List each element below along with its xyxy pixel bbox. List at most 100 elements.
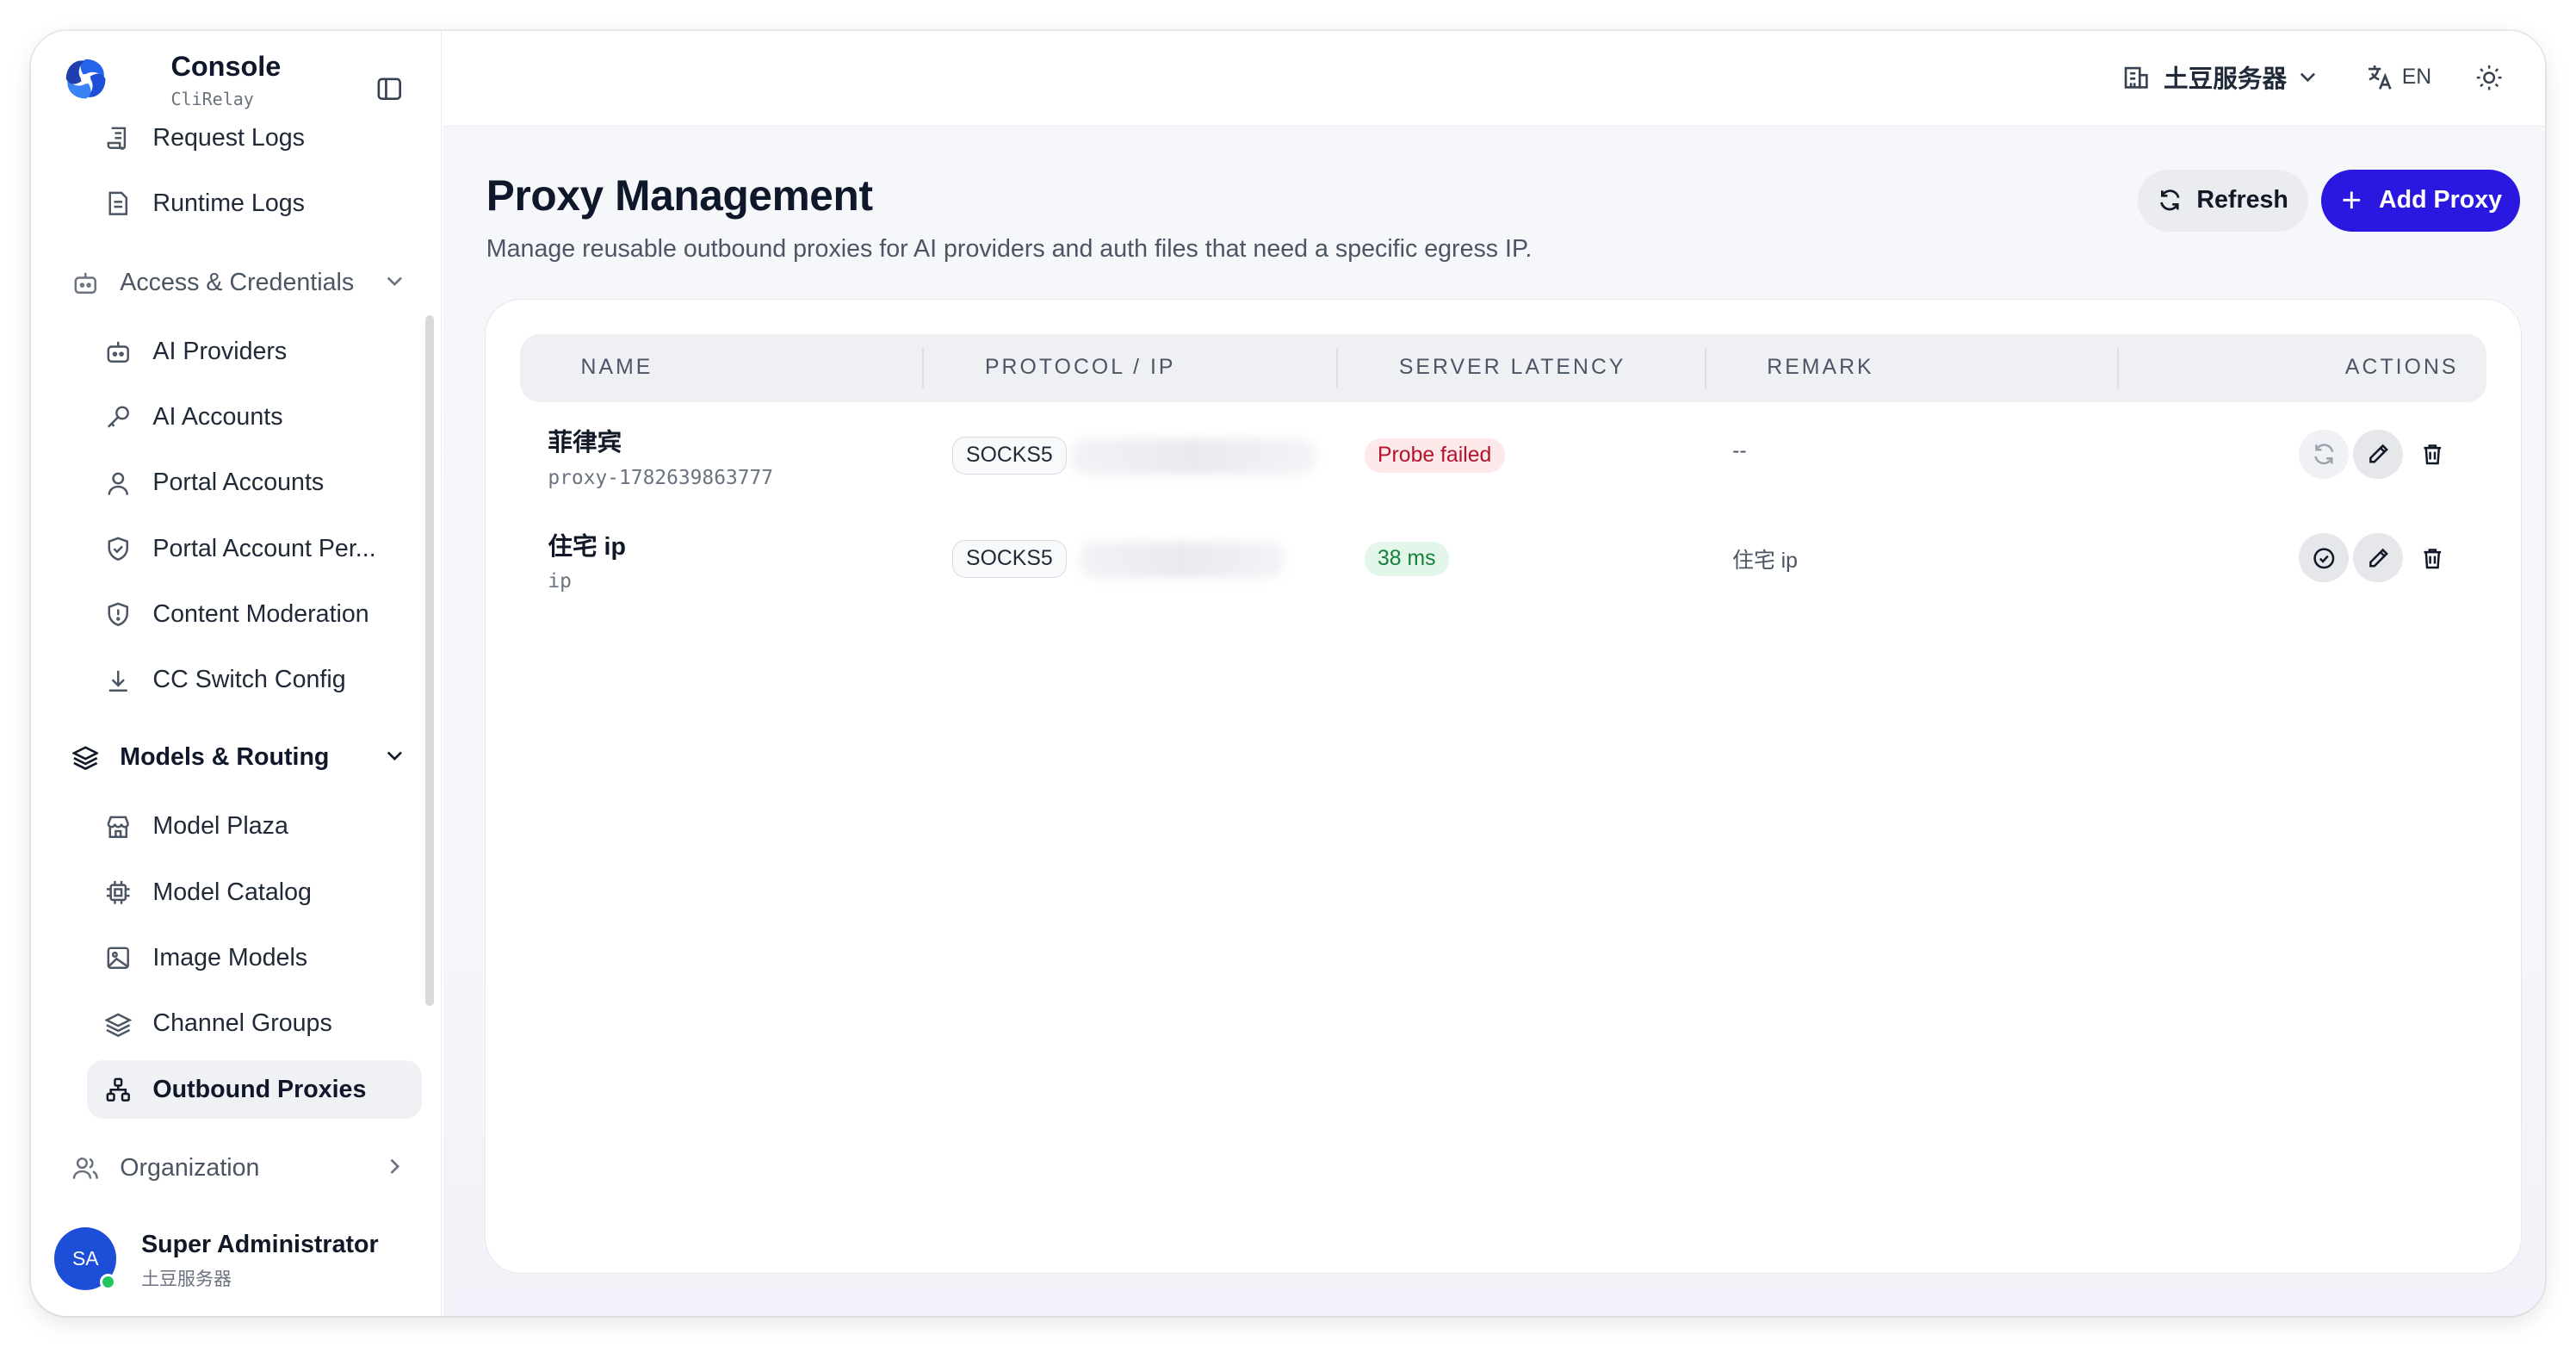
- column-header-remark: REMARK: [1767, 356, 1874, 380]
- building-icon: [2125, 67, 2149, 90]
- proxy-id: ip: [548, 570, 572, 593]
- file-text-icon: [108, 191, 128, 216]
- trash-icon: [2424, 548, 2441, 568]
- sidebar-item-label: CC Switch Config: [152, 666, 346, 694]
- sidebar-item-label: Runtime Logs: [152, 189, 305, 218]
- sidebar-group-label: Models & Routing: [120, 743, 330, 772]
- sidebar-group-models[interactable]: Models & Routing: [54, 728, 416, 787]
- sidebar-item-label: Model Catalog: [152, 878, 312, 906]
- refresh-icon: [2159, 189, 2180, 211]
- trash-icon: [2424, 444, 2441, 465]
- sidebar-item-runtime-logs[interactable]: Runtime Logs: [87, 174, 422, 233]
- add-proxy-label: Add Proxy: [2378, 186, 2503, 214]
- sidebar-item-label: Content Moderation: [152, 600, 369, 629]
- redacted-ip: [1070, 438, 1317, 475]
- chevron-down-icon: [2300, 72, 2316, 83]
- sidebar-item-label: Outbound Proxies: [152, 1075, 367, 1103]
- sidebar-group-organization[interactable]: Organization: [54, 1139, 416, 1198]
- translate-icon: [2368, 65, 2392, 90]
- proxy-name: 住宅 ip: [548, 532, 626, 561]
- pencil-icon: [2369, 548, 2388, 568]
- delete-button[interactable]: [2407, 430, 2456, 479]
- layers-icon: [105, 1012, 132, 1037]
- probe-button[interactable]: [2299, 429, 2349, 480]
- sidebar-item-model-plaza[interactable]: Model Plaza: [87, 797, 422, 856]
- probe-button[interactable]: [2299, 533, 2349, 583]
- sidebar-item-content-moderation[interactable]: Content Moderation: [87, 585, 422, 644]
- edit-button[interactable]: [2353, 533, 2403, 583]
- bot-icon: [74, 272, 96, 294]
- column-header-latency: SERVER LATENCY: [1398, 356, 1626, 380]
- sidebar-group-label: Access & Credentials: [120, 268, 355, 296]
- brand-title: Console: [170, 51, 282, 83]
- sidebar-item-label: AI Accounts: [152, 403, 283, 431]
- delete-button[interactable]: [2407, 533, 2456, 582]
- protocol-tag: SOCKS5: [951, 539, 1067, 578]
- column-header-protocol: PROTOCOL / IP: [984, 356, 1176, 380]
- shield-alert-icon: [108, 602, 129, 627]
- sidebar-item-label: Portal Accounts: [152, 469, 325, 497]
- chevron-right-icon: [390, 1159, 399, 1175]
- user-name: Super Administrator: [141, 1231, 379, 1259]
- scroll-icon: [107, 127, 127, 150]
- column-divider: [922, 347, 925, 389]
- cpu-icon: [107, 880, 130, 904]
- edit-button[interactable]: [2353, 429, 2403, 480]
- add-proxy-button[interactable]: Add Proxy: [2321, 169, 2521, 233]
- redacted-ip: [1078, 541, 1286, 578]
- online-status-dot: [100, 1273, 117, 1290]
- sidebar-item-model-catalog[interactable]: Model Catalog: [87, 863, 422, 922]
- proxy-name-cell: 住宅 ip ip: [548, 527, 626, 593]
- sidebar-group-access[interactable]: Access & Credentials: [54, 253, 416, 313]
- top-bar: 土豆服务器 EN: [443, 31, 2545, 127]
- sidebar-item-request-logs[interactable]: Request Logs: [87, 109, 422, 168]
- sidebar-toggle-icon[interactable]: [376, 76, 403, 102]
- store-icon: [107, 816, 130, 838]
- column-header-actions: ACTIONS: [2344, 356, 2459, 380]
- sidebar: Console CliRelay Request Logs Runtime Lo…: [31, 31, 443, 1317]
- sidebar-item-outbound-proxies[interactable]: Outbound Proxies: [87, 1059, 423, 1120]
- sidebar-item-portal-account-permissions[interactable]: Portal Account Per...: [87, 519, 422, 579]
- tenant-selector[interactable]: 土豆服务器: [2122, 59, 2318, 96]
- sidebar-scrollbar[interactable]: [425, 315, 434, 1006]
- language-switch[interactable]: EN: [2366, 59, 2431, 96]
- proxy-name: 菲律宾: [548, 429, 622, 457]
- shield-check-icon: [108, 537, 129, 562]
- page-title: Proxy Management: [486, 171, 873, 220]
- pencil-icon: [2369, 444, 2388, 463]
- proxy-id: proxy-1782639863777: [548, 466, 774, 489]
- users-icon: [72, 1158, 98, 1180]
- user-profile[interactable]: SA Super Administrator 土豆服务器: [53, 1225, 416, 1297]
- language-label: EN: [2401, 65, 2432, 89]
- sidebar-item-portal-accounts[interactable]: Portal Accounts: [87, 454, 422, 513]
- sidebar-item-ai-accounts[interactable]: AI Accounts: [87, 388, 422, 447]
- protocol-tag: SOCKS5: [951, 436, 1067, 475]
- logo-icon: [65, 59, 106, 99]
- refresh-button[interactable]: Refresh: [2137, 169, 2308, 233]
- sidebar-item-ai-providers[interactable]: AI Providers: [87, 322, 422, 382]
- network-icon: [106, 1077, 131, 1102]
- page-description: Manage reusable outbound proxies for AI …: [486, 234, 1533, 263]
- check-circle-icon: [2313, 547, 2335, 568]
- app-window: Console CliRelay Request Logs Runtime Lo…: [31, 31, 2545, 1317]
- brand-subtitle: CliRelay: [170, 89, 254, 110]
- latency-badge: 38 ms: [1364, 541, 1449, 576]
- refresh-icon: [2314, 444, 2334, 465]
- sidebar-item-channel-groups[interactable]: Channel Groups: [87, 994, 422, 1053]
- column-header-name: NAME: [580, 356, 653, 380]
- sidebar-item-image-models[interactable]: Image Models: [87, 928, 422, 988]
- key-icon: [108, 406, 130, 428]
- column-divider: [1704, 347, 1706, 389]
- remark-text: 住宅 ip: [1732, 549, 1798, 573]
- bot-icon: [107, 341, 130, 363]
- table-header: NAME PROTOCOL / IP SERVER LATENCY REMARK…: [519, 334, 2487, 402]
- sun-icon[interactable]: [2474, 63, 2504, 92]
- tenant-name: 土豆服务器: [2164, 65, 2288, 94]
- user-org: 土豆服务器: [141, 1269, 232, 1290]
- sidebar-item-label: AI Providers: [152, 337, 288, 365]
- table-row: 菲律宾 proxy-1782639863777 SOCKS5 Probe fai…: [520, 403, 2486, 505]
- sidebar-item-cc-switch-config[interactable]: CC Switch Config: [87, 651, 422, 711]
- sidebar-item-label: Portal Account Per...: [152, 534, 376, 562]
- proxy-table-card: NAME PROTOCOL / IP SERVER LATENCY REMARK…: [484, 299, 2522, 1274]
- sidebar-item-label: Model Plaza: [152, 812, 288, 841]
